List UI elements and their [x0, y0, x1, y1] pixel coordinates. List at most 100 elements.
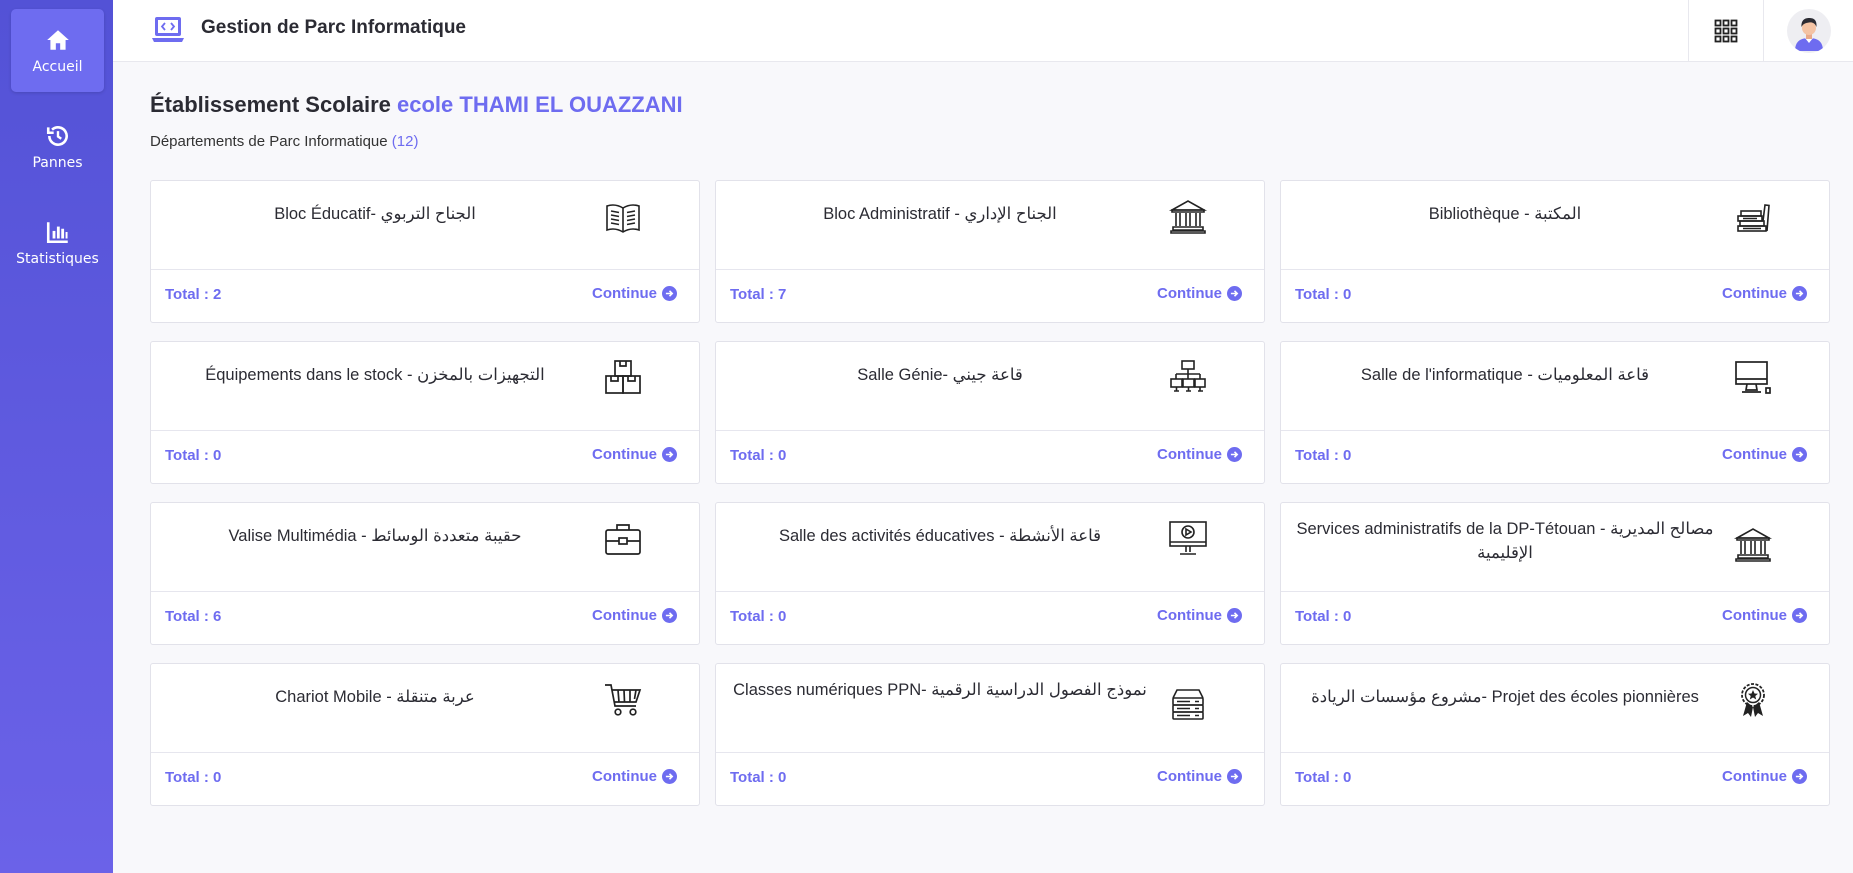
department-name: Salle des activités éducatives - قاعة ال… — [778, 527, 1102, 545]
arrow-right-circle-icon — [1227, 608, 1242, 623]
continue-label: Continue — [1157, 768, 1222, 785]
department-total: Total : 0 — [730, 769, 787, 786]
arrow-right-circle-icon — [662, 769, 677, 784]
arrow-right-circle-icon — [1792, 608, 1807, 623]
department-card: Équipements dans le stock - التجهيزات با… — [150, 341, 700, 484]
continue-button[interactable]: Continue — [592, 607, 677, 624]
department-name: Bloc Éducatif- الجناح التربوي — [274, 205, 476, 223]
continue-button[interactable]: Continue — [592, 285, 677, 302]
sidebar: Accueil Pannes Statistiques — [0, 0, 113, 873]
department-name: Salle de l'informatique - قاعة المعلوميا… — [1360, 366, 1650, 384]
network-icon — [1170, 360, 1206, 392]
department-total: Total : 0 — [1295, 769, 1352, 786]
school-name: ecole THAMI EL OUAZZANI — [397, 92, 683, 117]
department-card: Bloc Éducatif- الجناح التربوي Total : 2 … — [150, 180, 700, 323]
continue-label: Continue — [592, 607, 657, 624]
department-card: Bloc Administratif - الجناح الإداري Tota… — [715, 180, 1265, 323]
continue-button[interactable]: Continue — [592, 768, 677, 785]
arrow-right-circle-icon — [1792, 447, 1807, 462]
department-card: Salle de l'informatique - قاعة المعلوميا… — [1280, 341, 1830, 484]
sidebar-item-label: Pannes — [32, 154, 83, 171]
app-title: Gestion de Parc Informatique — [201, 17, 466, 38]
department-total: Total : 0 — [165, 447, 222, 464]
arrow-right-circle-icon — [1792, 769, 1807, 784]
continue-button[interactable]: Continue — [1722, 285, 1807, 302]
department-name: Bibliothèque - المكتبة — [1428, 205, 1582, 223]
continue-label: Continue — [1722, 285, 1787, 302]
department-total: Total : 0 — [1295, 447, 1352, 464]
arrow-right-circle-icon — [662, 447, 677, 462]
page-title: Établissement Scolaire ecole THAMI EL OU… — [150, 92, 683, 118]
sidebar-item-accueil[interactable]: Accueil — [11, 9, 104, 92]
department-card: مشروع مؤسسات الريادة- Projet des écoles … — [1280, 663, 1830, 806]
sidebar-item-label: Statistiques — [16, 250, 99, 267]
user-avatar-icon — [1794, 18, 1823, 51]
user-menu-button[interactable] — [1763, 0, 1853, 62]
continue-label: Continue — [1157, 285, 1222, 302]
continue-button[interactable]: Continue — [1722, 768, 1807, 785]
department-card: Salle Génie- قاعة جيني Total : 0 Continu… — [715, 341, 1265, 484]
arrow-right-circle-icon — [662, 286, 677, 301]
department-name: Services administratifs de la DP-Tétouan… — [1296, 520, 1714, 562]
page-title-prefix: Établissement Scolaire — [150, 92, 391, 117]
continue-button[interactable]: Continue — [1157, 607, 1242, 624]
institution-icon — [1168, 200, 1208, 234]
arrow-right-circle-icon — [1227, 769, 1242, 784]
department-count: (12) — [391, 133, 419, 150]
department-total: Total : 0 — [165, 769, 222, 786]
department-total: Total : 0 — [1295, 286, 1352, 303]
arrow-right-circle-icon — [662, 608, 677, 623]
continue-label: Continue — [592, 768, 657, 785]
department-card: Salle des activités éducatives - قاعة ال… — [715, 502, 1265, 645]
book-icon — [606, 204, 640, 233]
apps-menu-button[interactable] — [1688, 0, 1763, 62]
bar-chart-icon — [46, 221, 68, 243]
home-icon — [46, 29, 69, 50]
history-icon — [46, 125, 68, 146]
sidebar-item-pannes[interactable]: Pannes — [11, 105, 104, 188]
continue-label: Continue — [1722, 446, 1787, 463]
continue-label: Continue — [1722, 768, 1787, 785]
monitor-play-icon — [1169, 521, 1207, 555]
arrow-right-circle-icon — [1227, 286, 1242, 301]
continue-label: Continue — [1157, 446, 1222, 463]
continue-button[interactable]: Continue — [1157, 768, 1242, 785]
sidebar-item-statistiques[interactable]: Statistiques — [11, 201, 104, 284]
continue-button[interactable]: Continue — [1157, 446, 1242, 463]
laptop-code-icon — [152, 17, 184, 42]
department-name: Classes numériques PPN- نموذج الفصول الد… — [733, 681, 1147, 699]
department-card: Chariot Mobile - عربة متنقلة Total : 0 C… — [150, 663, 700, 806]
avatar — [1786, 9, 1831, 53]
department-card: Bibliothèque - المكتبة Total : 0 Continu… — [1280, 180, 1830, 323]
arrow-right-circle-icon — [1227, 447, 1242, 462]
departments-grid: Bloc Éducatif- الجناح التربوي Total : 2 … — [150, 180, 1830, 806]
department-name: مشروع مؤسسات الريادة- Projet des écoles … — [1311, 688, 1699, 706]
department-card: Classes numériques PPN- نموذج الفصول الد… — [715, 663, 1265, 806]
grid-icon — [1714, 19, 1738, 43]
department-total: Total : 0 — [1295, 608, 1352, 625]
department-name: Valise Multimédia - حقيبة متعددة الوسائط — [228, 527, 522, 545]
computer-icon — [1735, 361, 1771, 394]
department-card: Valise Multimédia - حقيبة متعددة الوسائط… — [150, 502, 700, 645]
continue-button[interactable]: Continue — [1722, 607, 1807, 624]
continue-button[interactable]: Continue — [1722, 446, 1807, 463]
department-total: Total : 6 — [165, 608, 222, 625]
department-card: Services administratifs de la DP-Tétouan… — [1280, 502, 1830, 645]
award-icon — [1741, 683, 1765, 717]
department-total: Total : 0 — [730, 447, 787, 464]
department-name: Équipements dans le stock - التجهيزات با… — [205, 366, 545, 384]
continue-button[interactable]: Continue — [1157, 285, 1242, 302]
continue-label: Continue — [592, 446, 657, 463]
server-icon — [1172, 689, 1204, 720]
continue-label: Continue — [1157, 607, 1222, 624]
top-header: Gestion de Parc Informatique — [113, 0, 1853, 62]
books-stack-icon — [1737, 204, 1770, 232]
department-name: Bloc Administratif - الجناح الإداري — [823, 205, 1057, 223]
continue-button[interactable]: Continue — [592, 446, 677, 463]
departments-subtitle: Départements de Parc Informatique (12) — [150, 133, 418, 150]
department-name: Salle Génie- قاعة جيني — [857, 366, 1023, 384]
department-name: Chariot Mobile - عربة متنقلة — [275, 688, 475, 706]
sidebar-item-label: Accueil — [32, 58, 83, 75]
continue-label: Continue — [1722, 607, 1787, 624]
department-total: Total : 0 — [730, 608, 787, 625]
